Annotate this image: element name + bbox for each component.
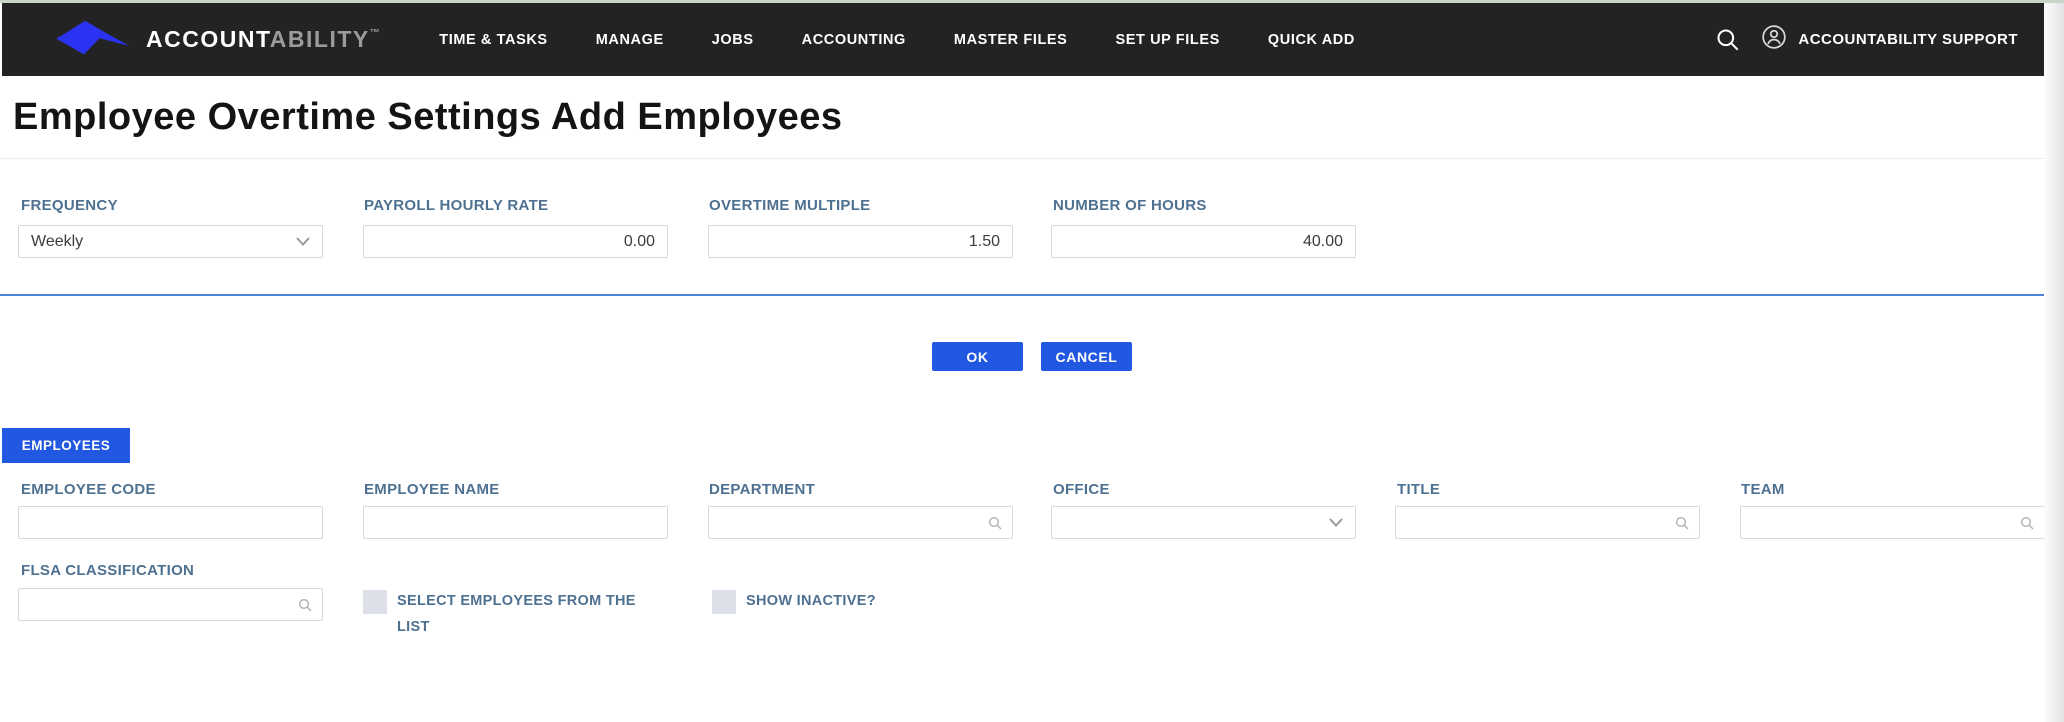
employee-code-label: EMPLOYEE CODE: [21, 481, 156, 498]
department-lookup-icon[interactable]: [987, 515, 1003, 531]
overtime-multiple-label: OVERTIME MULTIPLE: [709, 197, 871, 214]
tab-employees[interactable]: EMPLOYEES: [2, 428, 130, 463]
chevron-down-icon: [1329, 518, 1343, 527]
title-label: TITLE: [1397, 481, 1441, 498]
top-navbar: ACCOUNTABILITY™ TIME & TASKS MANAGE JOBS…: [2, 3, 2044, 76]
select-employees-from-list-label: SELECT EMPLOYEES FROM THE LIST: [397, 593, 636, 635]
nav-item-manage[interactable]: MANAGE: [572, 22, 688, 58]
office-label: OFFICE: [1053, 481, 1110, 498]
department-fieldbox: [708, 506, 1013, 539]
team-label: TEAM: [1741, 481, 1785, 498]
number-of-hours-input[interactable]: [1052, 226, 1355, 257]
nav-item-jobs[interactable]: JOBS: [688, 22, 778, 58]
department-search-input[interactable]: [709, 507, 1012, 538]
office-select[interactable]: [1051, 506, 1356, 539]
brand-logo[interactable]: ACCOUNTABILITY™: [54, 16, 381, 64]
overtime-multiple-fieldbox: [708, 225, 1013, 258]
window-edge-scroll-area[interactable]: [2044, 3, 2064, 722]
nav-right-cluster: ACCOUNTABILITY SUPPORT: [1705, 18, 2018, 62]
employee-code-input[interactable]: [19, 507, 322, 538]
employee-name-input[interactable]: [364, 507, 667, 538]
team-lookup-icon[interactable]: [2019, 515, 2035, 531]
flsa-classification-search-input[interactable]: [19, 589, 322, 620]
app-window: ACCOUNTABILITY™ TIME & TASKS MANAGE JOBS…: [0, 0, 2064, 722]
frequency-label: FREQUENCY: [21, 197, 118, 214]
flsa-classification-label: FLSA CLASSIFICATION: [21, 562, 195, 579]
diamond-swoosh-logo-icon: [54, 16, 132, 64]
ok-button[interactable]: OK: [932, 342, 1023, 371]
frequency-selected-value: Weekly: [31, 232, 84, 250]
chevron-down-icon: [296, 237, 310, 246]
nav-item-quick-add[interactable]: QUICK ADD: [1244, 22, 1379, 58]
show-inactive-label: SHOW INACTIVE?: [746, 593, 876, 609]
user-avatar-icon: [1761, 24, 1787, 55]
flsa-lookup-icon[interactable]: [297, 597, 313, 613]
brand-trademark: ™: [369, 28, 382, 39]
payroll-hourly-rate-input[interactable]: [364, 226, 667, 257]
user-account-label: ACCOUNTABILITY SUPPORT: [1798, 31, 2018, 48]
show-inactive-checkbox[interactable]: [712, 590, 736, 614]
frequency-select[interactable]: Weekly: [18, 225, 323, 258]
nav-item-accounting[interactable]: ACCOUNTING: [778, 22, 930, 58]
number-of-hours-label: NUMBER OF HOURS: [1053, 197, 1207, 214]
title-bar: Employee Overtime Settings Add Employees: [0, 76, 2044, 159]
title-search-input[interactable]: [1396, 507, 1699, 538]
team-search-input[interactable]: [1741, 507, 2044, 538]
team-fieldbox: [1740, 506, 2045, 539]
cancel-button[interactable]: CANCEL: [1041, 342, 1132, 371]
brand-name-secondary: ABILITY: [269, 26, 370, 52]
brand-name-primary: ACCOUNT: [146, 26, 270, 52]
employee-name-fieldbox: [363, 506, 668, 539]
employee-code-fieldbox: [18, 506, 323, 539]
nav-menu: TIME & TASKS MANAGE JOBS ACCOUNTING MAST…: [415, 22, 1379, 58]
user-account-button[interactable]: ACCOUNTABILITY SUPPORT: [1761, 24, 2018, 55]
nav-item-master-files[interactable]: MASTER FILES: [930, 22, 1092, 58]
department-label: DEPARTMENT: [709, 481, 816, 498]
nav-item-time-tasks[interactable]: TIME & TASKS: [415, 22, 571, 58]
search-icon[interactable]: [1705, 18, 1749, 62]
overtime-multiple-input[interactable]: [709, 226, 1012, 257]
brand-wordmark: ACCOUNTABILITY™: [146, 26, 381, 53]
title-fieldbox: [1395, 506, 1700, 539]
employee-name-label: EMPLOYEE NAME: [364, 481, 500, 498]
page-title: Employee Overtime Settings Add Employees: [13, 96, 843, 138]
title-lookup-icon[interactable]: [1674, 515, 1690, 531]
select-employees-from-list-checkbox[interactable]: [363, 590, 387, 614]
payroll-hourly-rate-fieldbox: [363, 225, 668, 258]
payroll-hourly-rate-label: PAYROLL HOURLY RATE: [364, 197, 549, 214]
nav-item-set-up-files[interactable]: SET UP FILES: [1091, 22, 1243, 58]
flsa-classification-fieldbox: [18, 588, 323, 621]
number-of-hours-fieldbox: [1051, 225, 1356, 258]
section-divider: [0, 294, 2044, 296]
